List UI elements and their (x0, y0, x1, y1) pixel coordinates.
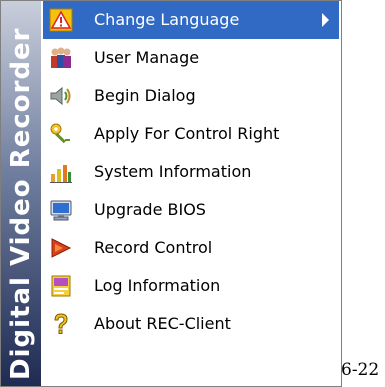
menu-item-label: User Manage (94, 48, 200, 67)
help-icon (54, 313, 68, 334)
banner-title: Digital Video Recorder (6, 27, 36, 380)
key-icon (50, 123, 70, 144)
menu-item-label: Begin Dialog (94, 86, 196, 105)
submenu-arrow-icon (322, 13, 329, 27)
speaker-icon (50, 86, 71, 106)
record-icon (51, 238, 72, 258)
menu-item-label: Log Information (94, 276, 221, 295)
menu-item-about-rec-client[interactable]: About REC-Client (43, 305, 339, 343)
menu-item-label: About REC-Client (94, 314, 231, 333)
system-info-icon (50, 165, 72, 183)
menu-item-log-information[interactable]: Log Information (43, 267, 339, 305)
figure-label: 6-22 (341, 360, 380, 380)
menu-item-system-information[interactable]: System Information (43, 153, 339, 191)
menu-item-label: Record Control (94, 238, 213, 257)
context-menu: Digital Video Recorder Change Language U… (0, 0, 342, 387)
menu-item-record-control[interactable]: Record Control (43, 229, 339, 267)
menu-item-label: Change Language (94, 10, 240, 29)
users-icon (51, 47, 71, 68)
menu-item-label: System Information (94, 162, 252, 181)
warning-icon (49, 8, 73, 32)
menu-item-label: Upgrade BIOS (94, 200, 206, 219)
monitor-icon (50, 200, 72, 221)
menu-item-apply-control-right[interactable]: Apply For Control Right (43, 115, 339, 153)
menu-banner: Digital Video Recorder (1, 1, 41, 386)
menu-item-user-manage[interactable]: User Manage (43, 39, 339, 77)
menu-item-change-language[interactable]: Change Language (43, 1, 339, 39)
menu-item-label: Apply For Control Right (94, 124, 280, 143)
log-icon (51, 275, 71, 297)
menu-item-begin-dialog[interactable]: Begin Dialog (43, 77, 339, 115)
menu-item-upgrade-bios[interactable]: Upgrade BIOS (43, 191, 339, 229)
